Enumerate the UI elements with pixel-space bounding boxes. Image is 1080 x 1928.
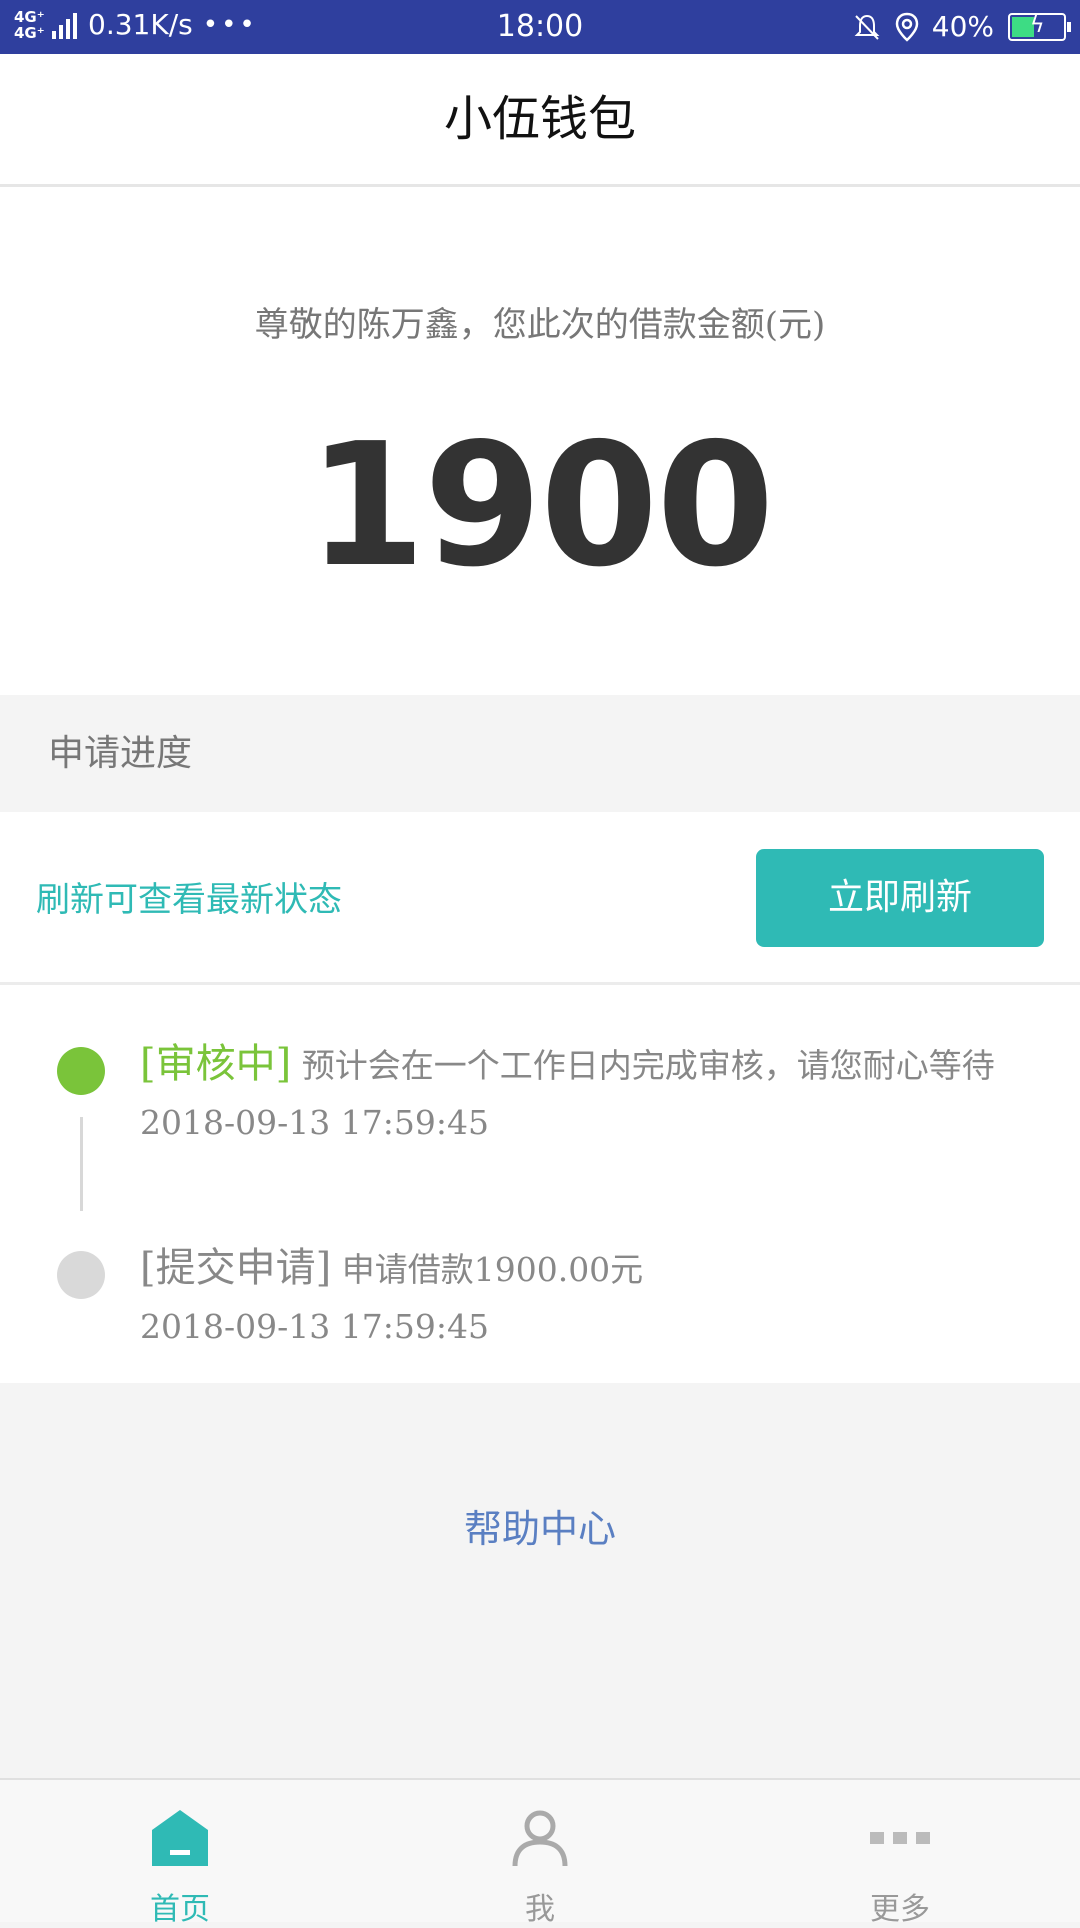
timeline-connector (80, 1117, 83, 1211)
bottom-navigation: 首页 我 更多 (0, 1778, 1080, 1927)
loan-greeting: 尊敬的陈万鑫，您此次的借款金额(元) (254, 305, 826, 345)
person-icon (512, 1810, 568, 1867)
battery-percent: 40% (931, 10, 994, 43)
battery-icon: ϟ (1008, 12, 1071, 41)
page-title: 小伍钱包 (443, 91, 636, 147)
nav-home-label: 首页 (150, 1892, 210, 1927)
app-header: 小伍钱包 (0, 54, 1080, 187)
home-icon (152, 1810, 208, 1866)
help-center-link[interactable]: 帮助中心 (0, 1498, 1080, 1553)
timeline-status-tag: [提交申请] (140, 1245, 332, 1291)
timeline-description: 申请借款1900.00元 (341, 1250, 644, 1289)
progress-section-header: 申请进度 (0, 695, 1080, 812)
nav-me[interactable]: 我 (360, 1780, 720, 1927)
timeline-status-tag: [审核中] (140, 1041, 292, 1087)
location-icon (895, 12, 919, 42)
progress-timeline: [审核中] 预计会在一个工作日内完成审核，请您耐心等待 2018-09-13 1… (0, 985, 1080, 1383)
timeline-dot-active (57, 1047, 105, 1095)
timeline-timestamp: 2018-09-13 17:59:45 (140, 1307, 489, 1346)
progress-title: 申请进度 (48, 733, 193, 774)
refresh-now-button[interactable]: 立即刷新 (756, 849, 1044, 947)
timeline-timestamp: 2018-09-13 17:59:45 (140, 1103, 489, 1142)
status-right: 40% ϟ (852, 10, 1071, 43)
more-icon (870, 1832, 930, 1844)
refresh-hint: 刷新可查看最新状态 (36, 880, 342, 920)
timeline-description: 预计会在一个工作日内完成审核，请您耐心等待 (301, 1046, 995, 1085)
status-bar: 4G⁺ 4G⁺ 0.31K/s ••• 18:00 40% ϟ (0, 0, 1080, 54)
nav-more-label: 更多 (870, 1892, 930, 1927)
timeline-item: [审核中] 预计会在一个工作日内完成审核，请您耐心等待 2018-09-13 1… (140, 1031, 995, 1142)
nav-home[interactable]: 首页 (0, 1780, 360, 1927)
timeline-dot-done (57, 1251, 105, 1299)
loan-amount-card: 尊敬的陈万鑫，您此次的借款金额(元) 1900 (0, 187, 1080, 695)
refresh-row: 刷新可查看最新状态 立即刷新 (0, 812, 1080, 985)
timeline-item: [提交申请] 申请借款1900.00元 2018-09-13 17:59:45 (140, 1235, 643, 1346)
loan-amount: 1900 (307, 407, 774, 605)
bell-muted-icon (854, 14, 880, 40)
nav-me-label: 我 (525, 1892, 555, 1927)
nav-more[interactable]: 更多 (720, 1780, 1080, 1927)
